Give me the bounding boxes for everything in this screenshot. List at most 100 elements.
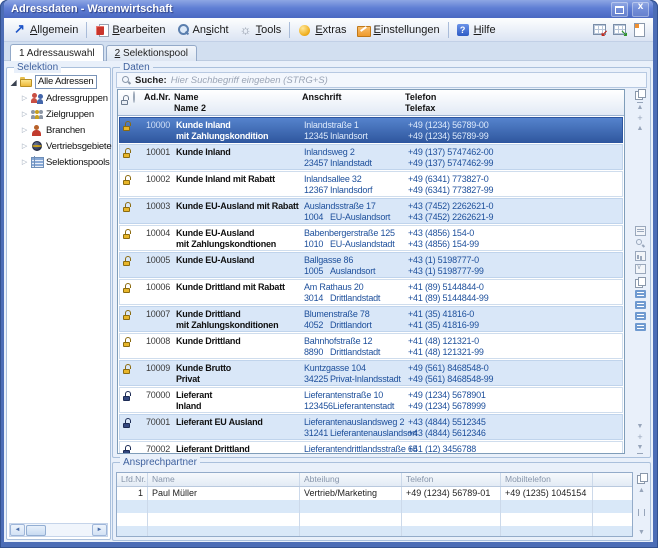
menu-bearbeiten[interactable]: Bearbeiten bbox=[90, 21, 170, 39]
column-header-telefon[interactable]: TelefonTelefax bbox=[405, 90, 624, 114]
append-record-icon[interactable]: + bbox=[637, 434, 642, 441]
tree-collapsed-icon[interactable]: ▷ bbox=[20, 142, 29, 150]
restore-window-icon[interactable] bbox=[611, 2, 628, 17]
address-row[interactable]: 10002 Kunde Inland mit Rabatt Inlandsall… bbox=[119, 171, 623, 197]
phone: +41 (12) 3456788 bbox=[408, 442, 622, 454]
lock-icon bbox=[123, 337, 131, 347]
tree-item-branchen[interactable]: ▷ Branchen bbox=[9, 122, 108, 138]
scroll-left-icon[interactable]: ◄ bbox=[10, 524, 25, 536]
scroll-up-icon[interactable]: ▲ bbox=[638, 487, 645, 495]
address-row[interactable]: 10008 Kunde Drittland Bahnhofstraße 12 8… bbox=[119, 333, 623, 359]
column-header-abteilung[interactable]: Abteilung bbox=[299, 473, 401, 486]
tab-selektionspool[interactable]: 2 Selektionspool bbox=[106, 45, 197, 61]
view-mode-icon[interactable] bbox=[635, 290, 646, 298]
address-name: Kunde Inland bbox=[176, 145, 304, 158]
address-number: 10006 bbox=[146, 280, 170, 293]
contact-row[interactable] bbox=[117, 500, 632, 513]
filter-icon[interactable] bbox=[635, 264, 646, 274]
contact-row[interactable] bbox=[117, 526, 632, 537]
search-records-icon[interactable] bbox=[636, 239, 645, 248]
fax: +43 (4856) 154-99 bbox=[408, 239, 622, 250]
postal-code: 23457 bbox=[304, 158, 330, 169]
search-input[interactable]: Suche: Hier Suchbegriff eingeben (STRG+S… bbox=[116, 72, 647, 88]
address-row[interactable]: 10009 Kunde Brutto Privat Kuntzgasse 104… bbox=[119, 360, 623, 386]
postal-code: 4052 bbox=[304, 320, 330, 331]
address-name: Kunde EU-Ausland mit Rabatt bbox=[176, 199, 304, 212]
scroll-up-icon[interactable]: ▲ bbox=[637, 125, 644, 133]
scroll-down-icon[interactable]: ▼ bbox=[637, 423, 644, 431]
view-mode-icon[interactable] bbox=[635, 323, 646, 331]
city: Lieferantenauslandsort bbox=[330, 428, 417, 438]
menu-hilfe[interactable]: Hilfe bbox=[452, 21, 501, 39]
address-number: 70001 bbox=[146, 415, 170, 428]
tree-expanded-icon[interactable]: ◢ bbox=[9, 78, 18, 87]
tree-item-alle-adressen[interactable]: ◢ Alle Adressen bbox=[9, 74, 108, 90]
column-header-adnr[interactable]: Ad.Nr. bbox=[144, 90, 168, 103]
address-row[interactable]: 70000 Lieferant Inland Lieferantenstraße… bbox=[119, 387, 623, 413]
lock-icon bbox=[123, 310, 131, 320]
column-header-status[interactable] bbox=[131, 90, 144, 103]
address-row[interactable]: 10003 Kunde EU-Ausland mit Rabatt Auslan… bbox=[119, 198, 623, 224]
menu-einstellungen[interactable]: Einstellungen bbox=[352, 21, 445, 39]
column-header-name[interactable]: Name bbox=[147, 473, 299, 486]
menu-tools[interactable]: Tools bbox=[234, 21, 287, 39]
close-window-icon[interactable] bbox=[632, 2, 649, 17]
tree-item-adressgruppen[interactable]: ▷ Adressgruppen bbox=[9, 90, 108, 106]
chart-icon[interactable] bbox=[635, 251, 646, 261]
address-row[interactable]: 10004 Kunde EU-Ausland mit Zahlungskondt… bbox=[119, 225, 623, 251]
address-row[interactable]: 10005 Kunde EU-Ausland Ballgasse 86 1005… bbox=[119, 252, 623, 278]
lock-icon bbox=[123, 148, 131, 158]
address-row[interactable]: 10001 Kunde Inland Inlandsweg 2 23457Inl… bbox=[119, 144, 623, 170]
tree-collapsed-icon[interactable]: ▷ bbox=[20, 126, 29, 134]
address-row[interactable]: 70001 Lieferant EU Ausland Lieferantenau… bbox=[119, 414, 623, 440]
address-row[interactable]: 10007 Kunde Drittland mit Zahlungskondit… bbox=[119, 306, 623, 332]
address-row[interactable]: 70002 Lieferant Drittland Lieferantendri… bbox=[119, 441, 623, 454]
scroll-down-icon[interactable]: ▼ bbox=[638, 529, 645, 537]
tree-item-zielgruppen[interactable]: ▷ Zielgruppen bbox=[9, 106, 108, 122]
splitter-handle-icon[interactable] bbox=[638, 509, 645, 516]
view-mode-icon[interactable] bbox=[635, 301, 646, 309]
scrollbar-thumb[interactable] bbox=[26, 525, 46, 536]
address-row[interactable]: 10000 Kunde Inland mit Zahlungskondition… bbox=[119, 117, 623, 143]
contact-row[interactable]: 1 Paul Müller Vertrieb/Marketing +49 (12… bbox=[117, 487, 632, 500]
insert-record-icon[interactable]: + bbox=[637, 115, 642, 122]
tab-adressauswahl[interactable]: 1 Adressauswahl bbox=[10, 44, 104, 61]
daten-panel: Daten Suche: Hier Suchbegriff eingeben (… bbox=[112, 67, 651, 458]
column-header-lfdnr[interactable]: Lfd.Nr. bbox=[117, 473, 147, 486]
address-number: 70002 bbox=[146, 442, 170, 454]
tree-collapsed-icon[interactable]: ▷ bbox=[20, 110, 29, 118]
contact-phone bbox=[401, 526, 500, 537]
tree-collapsed-icon[interactable]: ▷ bbox=[20, 158, 29, 166]
tree-horizontal-scrollbar[interactable]: ◄ ► bbox=[9, 523, 108, 537]
tabstrip: 1 Adressauswahl 2 Selektionspool bbox=[4, 42, 653, 61]
address-number: 10009 bbox=[146, 361, 170, 374]
address-name: Kunde Drittland mit Rabatt bbox=[176, 280, 304, 293]
view-mode-icon[interactable] bbox=[635, 312, 646, 320]
status-ring-icon bbox=[133, 91, 135, 103]
scroll-to-top-icon[interactable]: ▲ bbox=[637, 102, 644, 112]
menu-ansicht[interactable]: Ansicht bbox=[171, 21, 234, 39]
tree-item-vertriebsgebiete[interactable]: ▷ Vertriebsgebiete bbox=[9, 138, 108, 154]
column-header-mobiltelefon[interactable]: Mobiltelefon bbox=[500, 473, 592, 486]
street: Blumenstraße 78 bbox=[304, 307, 407, 320]
column-header-name[interactable]: NameName 2 bbox=[168, 90, 302, 114]
copy-icon[interactable] bbox=[635, 277, 645, 287]
column-chooser-icon[interactable] bbox=[635, 89, 645, 99]
column-chooser-icon[interactable] bbox=[637, 473, 647, 483]
list-view-icon[interactable] bbox=[635, 226, 646, 236]
new-document-icon[interactable] bbox=[633, 23, 645, 37]
table-export-icon[interactable] bbox=[593, 23, 607, 36]
table-import-icon[interactable] bbox=[613, 23, 627, 36]
tree-collapsed-icon[interactable]: ▷ bbox=[20, 94, 29, 102]
menu-allgemein[interactable]: Allgemein bbox=[8, 21, 83, 39]
column-header-telefon[interactable]: Telefon bbox=[401, 473, 500, 486]
menu-extras[interactable]: Extras bbox=[293, 21, 351, 39]
column-header-anschrift[interactable]: Anschrift bbox=[302, 90, 405, 103]
column-header-lock[interactable] bbox=[118, 90, 131, 108]
scroll-to-bottom-icon[interactable]: ▼ bbox=[637, 444, 644, 454]
tree-item-selektionspools[interactable]: ▷ Selektionspools bbox=[9, 154, 108, 170]
contact-row[interactable] bbox=[117, 513, 632, 526]
scroll-right-icon[interactable]: ► bbox=[92, 524, 107, 536]
address-row[interactable]: 10006 Kunde Drittland mit Rabatt Am Rath… bbox=[119, 279, 623, 305]
fax: +43 (4844) 5612346 bbox=[408, 428, 622, 439]
